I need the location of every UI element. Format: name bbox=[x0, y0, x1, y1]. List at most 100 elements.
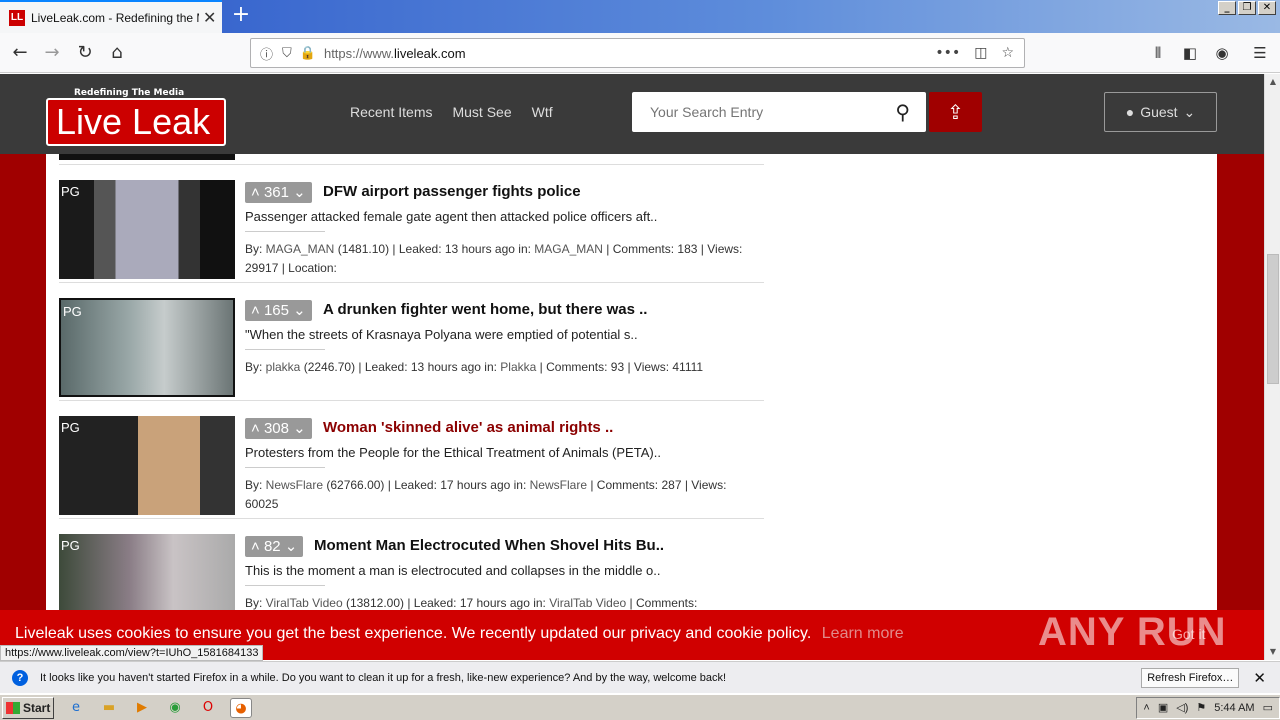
divider bbox=[245, 585, 325, 586]
tracking-shield-icon[interactable]: ⛉ bbox=[282, 46, 292, 61]
new-tab-button[interactable]: + bbox=[230, 4, 252, 28]
address-bar[interactable]: ⓘ ⛉ 🔒 https://www.liveleak.com ••• ◫ ☆ bbox=[250, 38, 1025, 68]
vote-button[interactable]: ˄ 308 ⌄ bbox=[245, 418, 312, 439]
user-link[interactable]: NewsFlare bbox=[266, 478, 323, 492]
clock[interactable]: 5:44 AM bbox=[1214, 702, 1254, 714]
info-icon[interactable]: ⓘ bbox=[260, 44, 273, 63]
vote-count: 165 bbox=[263, 302, 289, 319]
window-controls: _ ❐ ✕ bbox=[1218, 1, 1276, 15]
divider bbox=[59, 518, 764, 519]
firefox-icon[interactable]: ◕ bbox=[230, 697, 252, 718]
logo-text: Live Leak bbox=[46, 98, 226, 146]
home-icon[interactable]: ⌂ bbox=[103, 39, 131, 67]
channel-link[interactable]: MAGA_MAN bbox=[534, 242, 603, 256]
explorer-folder-icon[interactable]: ▬ bbox=[98, 698, 120, 718]
list-item: PG ˄ 308 ⌄ Woman 'skinned alive' as anim… bbox=[59, 416, 764, 516]
guest-label: Guest bbox=[1140, 104, 1178, 120]
windows-logo-icon bbox=[6, 701, 20, 714]
meta-stats: | Comments: bbox=[626, 596, 698, 610]
rating-badge: PG bbox=[63, 304, 82, 319]
vote-button[interactable]: ˄ 165 ⌄ bbox=[245, 300, 312, 321]
cookie-text: Liveleak uses cookies to ensure you get … bbox=[15, 625, 812, 642]
video-thumbnail[interactable]: PG bbox=[59, 180, 235, 279]
divider bbox=[245, 349, 325, 350]
pocket-icon[interactable]: ◫ bbox=[974, 45, 987, 61]
account-icon[interactable]: ◉ bbox=[1210, 40, 1234, 66]
vote-count: 82 bbox=[263, 538, 281, 555]
scroll-up-icon[interactable]: ▲ bbox=[1266, 75, 1280, 89]
url-prefix: https://www. bbox=[323, 45, 395, 61]
video-thumbnail[interactable]: PG bbox=[59, 298, 235, 397]
url-domain: liveleak.com bbox=[394, 45, 466, 61]
vertical-scrollbar[interactable]: ▲ ▼ bbox=[1264, 74, 1280, 660]
back-icon[interactable]: ← bbox=[6, 39, 34, 67]
user-link[interactable]: MAGA_MAN bbox=[266, 242, 335, 256]
info-icon: ? bbox=[12, 669, 28, 686]
upload-button[interactable]: ⇪ bbox=[929, 92, 982, 132]
item-title[interactable]: A drunken fighter went home, but there w… bbox=[323, 301, 647, 318]
previous-item-thumbnail[interactable] bbox=[59, 154, 235, 160]
liveleak-logo[interactable]: Redefining The Media Live Leak bbox=[46, 88, 226, 146]
rating-badge: PG bbox=[61, 538, 80, 553]
close-window-icon[interactable]: ✕ bbox=[1258, 1, 1276, 15]
divider bbox=[59, 400, 764, 401]
system-tray: ˄ ▣ ◁) ⚑ 5:44 AM ▭ bbox=[1136, 696, 1280, 719]
show-desktop-icon[interactable]: ▭ bbox=[1263, 701, 1273, 714]
close-notification-icon[interactable]: ✕ bbox=[1253, 669, 1266, 687]
page-actions-icon[interactable]: ••• bbox=[935, 45, 960, 61]
reload-icon[interactable]: ↻ bbox=[71, 39, 99, 67]
item-meta: By: MAGA_MAN (1481.10) | Leaked: 13 hour… bbox=[245, 240, 755, 278]
nav-recent-items[interactable]: Recent Items bbox=[350, 104, 432, 120]
minimize-icon[interactable]: _ bbox=[1218, 1, 1236, 15]
library-icon[interactable]: ⫴ bbox=[1146, 40, 1170, 66]
tray-chevron-icon[interactable]: ˄ bbox=[1143, 702, 1149, 714]
ie-icon[interactable]: e bbox=[65, 698, 87, 718]
vote-button[interactable]: ˄ 361 ⌄ bbox=[245, 182, 312, 203]
channel-link[interactable]: Plakka bbox=[500, 360, 536, 374]
vote-button[interactable]: ˄ 82 ⌄ bbox=[245, 536, 304, 557]
rating-badge: PG bbox=[61, 420, 80, 435]
start-button[interactable]: Start bbox=[2, 696, 54, 719]
url-text[interactable]: https://www.liveleak.com bbox=[324, 46, 466, 61]
item-title[interactable]: DFW airport passenger fights police bbox=[323, 183, 581, 200]
refresh-firefox-button[interactable]: Refresh Firefox… bbox=[1141, 667, 1240, 688]
list-item: PG ˄ 165 ⌄ A drunken fighter went home, … bbox=[59, 298, 764, 398]
by-label: By: bbox=[245, 242, 266, 256]
video-thumbnail[interactable]: PG bbox=[59, 416, 235, 515]
media-player-icon[interactable]: ▶ bbox=[131, 698, 153, 718]
scroll-down-icon[interactable]: ▼ bbox=[1266, 645, 1280, 659]
scrollbar-thumb[interactable] bbox=[1267, 254, 1279, 384]
start-label: Start bbox=[23, 700, 51, 715]
flag-icon[interactable]: ⚑ bbox=[1196, 701, 1206, 714]
restore-icon[interactable]: ❐ bbox=[1238, 1, 1256, 15]
browser-tab[interactable]: LL LiveLeak.com - Redefining the Media ✕ bbox=[0, 0, 222, 33]
channel-link[interactable]: ViralTab Video bbox=[549, 596, 626, 610]
item-title[interactable]: Moment Man Electrocuted When Shovel Hits… bbox=[314, 537, 664, 554]
search-icon[interactable]: ⚲ bbox=[895, 100, 910, 124]
chrome-icon[interactable]: ◉ bbox=[164, 698, 186, 718]
learn-more-link[interactable]: Learn more bbox=[822, 625, 904, 642]
bookmark-star-icon[interactable]: ☆ bbox=[1001, 45, 1014, 61]
meta-score: (1481.10) | Leaked: 13 hours ago in: bbox=[334, 242, 535, 256]
channel-link[interactable]: NewsFlare bbox=[530, 478, 587, 492]
guest-menu-button[interactable]: ● Guest ⌄ bbox=[1104, 92, 1217, 132]
user-link[interactable]: ViralTab Video bbox=[266, 596, 343, 610]
user-link[interactable]: plakka bbox=[266, 360, 301, 374]
meta-stats: | Comments: 93 | Views: 41111 bbox=[536, 360, 704, 374]
opera-icon[interactable]: O bbox=[197, 698, 219, 718]
network-icon[interactable]: ▣ bbox=[1158, 701, 1168, 714]
windows-taskbar: Start e ▬ ▶ ◉ O ◕ ˄ ▣ ◁) ⚑ 5:44 AM ▭ bbox=[0, 694, 1280, 720]
upload-icon: ⇪ bbox=[947, 100, 964, 124]
menu-icon[interactable]: ☰ bbox=[1248, 40, 1272, 66]
nav-must-see[interactable]: Must See bbox=[452, 104, 511, 120]
site-nav: Recent Items Must See Wtf bbox=[350, 104, 553, 120]
search-input[interactable] bbox=[650, 104, 870, 120]
by-label: By: bbox=[245, 360, 266, 374]
nav-wtf[interactable]: Wtf bbox=[532, 104, 553, 120]
sidebar-icon[interactable]: ◧ bbox=[1178, 40, 1202, 66]
volume-icon[interactable]: ◁) bbox=[1176, 701, 1188, 714]
close-tab-icon[interactable]: ✕ bbox=[203, 8, 216, 27]
item-meta: By: NewsFlare (62766.00) | Leaked: 17 ho… bbox=[245, 476, 755, 514]
item-title[interactable]: Woman 'skinned alive' as animal rights .… bbox=[323, 419, 613, 436]
forward-icon[interactable]: → bbox=[38, 39, 66, 67]
